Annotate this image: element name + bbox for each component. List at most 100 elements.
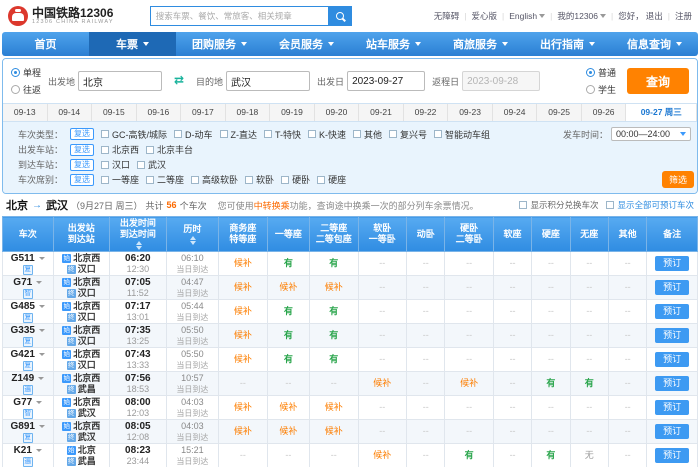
- date-tab[interactable]: 09-13: [3, 104, 48, 121]
- book-button[interactable]: 预订: [655, 352, 689, 367]
- seat-cell[interactable]: 候补: [358, 444, 406, 467]
- display-option[interactable]: 显示全部可预订车次: [606, 199, 694, 211]
- nav-item[interactable]: 出行指南: [524, 32, 611, 56]
- filter-option[interactable]: 武汉: [137, 158, 166, 171]
- seat-cell[interactable]: 候补: [219, 324, 267, 348]
- seat-cell[interactable]: 有: [267, 324, 309, 348]
- date-tab[interactable]: 09-19: [270, 104, 315, 121]
- seat-cell[interactable]: 候补: [358, 372, 406, 396]
- seat-cell[interactable]: 候补: [267, 396, 309, 420]
- book-button[interactable]: 预订: [655, 376, 689, 391]
- filter-option[interactable]: 一等座: [101, 173, 139, 186]
- seat-cell[interactable]: 有: [445, 444, 493, 467]
- seat-cell[interactable]: 候补: [310, 276, 358, 300]
- filter-option[interactable]: 二等座: [146, 173, 184, 186]
- arrival-note[interactable]: 当日到达: [167, 360, 219, 371]
- train-number[interactable]: G891: [3, 421, 53, 432]
- train-number[interactable]: G485: [3, 301, 53, 312]
- book-button[interactable]: 预订: [655, 400, 689, 415]
- filter-option[interactable]: 智能动车组: [434, 128, 490, 141]
- query-button[interactable]: 查询: [627, 68, 689, 94]
- seat-cell[interactable]: 候补: [219, 396, 267, 420]
- filter-option[interactable]: 北京丰台: [146, 143, 193, 156]
- nav-item[interactable]: 商旅服务: [437, 32, 524, 56]
- filter-option[interactable]: 硬卧: [281, 173, 310, 186]
- arrival-note[interactable]: 当日到达: [167, 264, 219, 275]
- top-link[interactable]: 无障碍: [434, 10, 460, 22]
- book-button[interactable]: 预订: [655, 328, 689, 343]
- filter-option[interactable]: 汉口: [101, 158, 130, 171]
- date-tab[interactable]: 09-16: [137, 104, 182, 121]
- seat-cell[interactable]: 候补: [310, 396, 358, 420]
- round-trip-radio[interactable]: 往返: [11, 83, 41, 96]
- sort-icon[interactable]: [190, 236, 196, 245]
- to-input[interactable]: [226, 71, 310, 91]
- filter-option[interactable]: 复兴号: [389, 128, 427, 141]
- date-tab[interactable]: 09-23: [448, 104, 493, 121]
- date-tab[interactable]: 09-15: [92, 104, 137, 121]
- seat-cell[interactable]: 有: [310, 252, 358, 276]
- top-link[interactable]: English: [497, 11, 545, 21]
- date-tab[interactable]: 09-24: [493, 104, 538, 121]
- train-number[interactable]: G335: [3, 325, 53, 336]
- filter-option[interactable]: K-快速: [308, 128, 346, 141]
- multi-select-button[interactable]: 复选: [70, 159, 94, 171]
- seat-cell[interactable]: 有: [267, 252, 309, 276]
- seat-cell[interactable]: 有: [310, 324, 358, 348]
- date-tab[interactable]: 09-18: [226, 104, 271, 121]
- arrival-note[interactable]: 当日到达: [167, 408, 219, 419]
- search-button[interactable]: [328, 6, 352, 26]
- from-input[interactable]: [78, 71, 162, 91]
- train-number[interactable]: Z149: [3, 373, 53, 384]
- arrival-note[interactable]: 当日到达: [167, 384, 219, 395]
- train-number[interactable]: G77: [3, 397, 53, 408]
- filter-option[interactable]: 北京西: [101, 143, 139, 156]
- train-number[interactable]: G71: [3, 277, 53, 288]
- display-option[interactable]: 显示积分兑换车次: [519, 199, 598, 211]
- multi-select-button[interactable]: 复选: [70, 128, 94, 140]
- filter-button[interactable]: 筛选: [662, 171, 694, 188]
- register-link[interactable]: 注册: [663, 10, 692, 22]
- nav-item[interactable]: 信息查询: [611, 32, 698, 56]
- filter-option[interactable]: 高级软卧: [191, 173, 238, 186]
- seat-cell[interactable]: 有: [570, 372, 608, 396]
- seat-cell[interactable]: 有: [267, 348, 309, 372]
- date-tab[interactable]: 09-20: [315, 104, 360, 121]
- date-tab[interactable]: 09-22: [404, 104, 449, 121]
- top-link[interactable]: 我的12306: [545, 10, 606, 22]
- arrival-note[interactable]: 当日到达: [167, 432, 219, 443]
- filter-option[interactable]: T-特快: [264, 128, 301, 141]
- swap-stations-icon[interactable]: ⇄: [169, 73, 189, 89]
- sort-icon[interactable]: [136, 241, 142, 250]
- seat-cell[interactable]: 有: [267, 300, 309, 324]
- return-date-input[interactable]: [462, 71, 540, 91]
- top-link[interactable]: 爱心版: [459, 10, 497, 22]
- train-number[interactable]: K21: [3, 445, 53, 456]
- logo[interactable]: 中国铁路12306 12306 CHINA RAILWAY: [8, 6, 114, 26]
- search-input[interactable]: [150, 6, 328, 26]
- book-button[interactable]: 预订: [655, 304, 689, 319]
- logout-link[interactable]: 退出: [646, 10, 663, 22]
- nav-item[interactable]: 首页: [2, 32, 89, 56]
- filter-option[interactable]: 硬座: [317, 173, 346, 186]
- nav-item[interactable]: 团购服务: [176, 32, 263, 56]
- seat-cell[interactable]: 有: [532, 372, 570, 396]
- seat-cell[interactable]: 有: [532, 444, 570, 467]
- date-tab[interactable]: 09-21: [359, 104, 404, 121]
- seat-cell[interactable]: 候补: [267, 276, 309, 300]
- depart-date-input[interactable]: [347, 71, 425, 91]
- student-radio[interactable]: 学生: [586, 83, 616, 96]
- one-way-radio[interactable]: 单程: [11, 66, 41, 79]
- date-tab-selected[interactable]: 09-27 周三: [626, 104, 697, 121]
- date-tab[interactable]: 09-14: [48, 104, 93, 121]
- book-button[interactable]: 预订: [655, 424, 689, 439]
- seat-cell[interactable]: 候补: [219, 276, 267, 300]
- date-tab[interactable]: 09-26: [582, 104, 627, 121]
- arrival-note[interactable]: 当日到达: [167, 312, 219, 323]
- transfer-link[interactable]: 中转换乘: [254, 201, 290, 211]
- filter-option[interactable]: 其他: [353, 128, 382, 141]
- multi-select-button[interactable]: 复选: [70, 144, 94, 156]
- nav-item[interactable]: 站车服务: [350, 32, 437, 56]
- seat-cell[interactable]: 候补: [445, 372, 493, 396]
- seat-cell[interactable]: 有: [310, 300, 358, 324]
